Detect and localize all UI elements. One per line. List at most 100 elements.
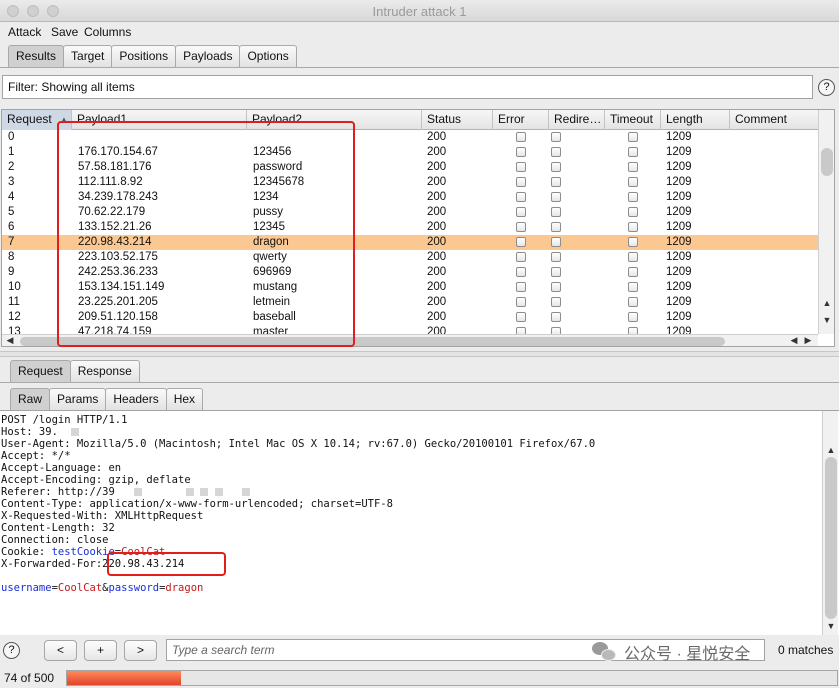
cell-status: 200	[427, 296, 447, 308]
timeout-checkbox	[628, 252, 638, 262]
help-icon[interactable]: ?	[3, 642, 20, 659]
raw-request-editor[interactable]: POST /login HTTP/1.1 Host: 39. User-Agen…	[0, 410, 839, 635]
tab-positions[interactable]: Positions	[111, 45, 177, 67]
tab-target[interactable]: Target	[63, 45, 113, 67]
detail-tabs-divider	[0, 382, 839, 383]
cell-length: 1209	[666, 191, 692, 203]
editor-scroll-up-arrow-icon[interactable]: ▲	[823, 445, 839, 455]
cell-request: 11	[8, 296, 20, 308]
error-checkbox	[516, 297, 526, 307]
scroll-right-arrow-icon[interactable]: ▶	[800, 335, 816, 346]
timeout-checkbox	[628, 207, 638, 217]
redirect-checkbox	[551, 192, 561, 202]
cell-status: 200	[427, 311, 447, 323]
menu-save[interactable]: Save	[51, 25, 78, 39]
watermark: 公众号 · 星悦安全	[592, 640, 750, 664]
tab-response[interactable]: Response	[69, 360, 140, 382]
cell-length: 1209	[666, 266, 692, 278]
cell-request: 7	[8, 236, 15, 248]
help-icon[interactable]: ?	[818, 79, 835, 96]
redacted-block	[200, 488, 209, 496]
cell-request: 0	[8, 131, 15, 143]
tab-hex[interactable]: Hex	[165, 388, 204, 410]
add-button[interactable]: +	[84, 640, 117, 661]
cell-request: 2	[8, 161, 15, 173]
timeout-checkbox	[628, 222, 638, 232]
detail-tabs: Request Response	[10, 360, 140, 382]
error-checkbox	[516, 222, 526, 232]
editor-scroll-down-arrow-icon[interactable]: ▼	[823, 621, 839, 631]
timeout-checkbox	[628, 267, 638, 277]
table-vertical-scrollbar[interactable]: ▲ ▼	[818, 110, 834, 334]
cell-length: 1209	[666, 161, 692, 173]
cell-length: 1209	[666, 176, 692, 188]
scroll-up-arrow-icon[interactable]: ▲	[819, 298, 834, 308]
scroll-down-arrow-icon[interactable]: ▼	[819, 315, 834, 325]
menu-attack[interactable]: Attack	[8, 25, 41, 39]
watermark-text: 公众号 · 星悦安全	[624, 646, 751, 663]
column-header-comment[interactable]: Comment	[730, 110, 818, 130]
editor-scroll-thumb[interactable]	[825, 457, 837, 619]
redirect-checkbox	[551, 162, 561, 172]
connection-header: Connection: close	[1, 534, 109, 546]
cell-length: 1209	[666, 296, 692, 308]
tab-options[interactable]: Options	[239, 45, 297, 67]
scroll-left-arrow-icon[interactable]: ◀	[2, 335, 18, 346]
redirect-checkbox	[551, 177, 561, 187]
column-header-length[interactable]: Length	[661, 110, 730, 130]
previous-match-button[interactable]: <	[44, 640, 77, 661]
redirect-checkbox	[551, 207, 561, 217]
progress-bar	[66, 670, 838, 686]
accept-language-header: Accept-Language: en	[1, 462, 122, 474]
user-agent-header: User-Agent: Mozilla/5.0 (Macintosh; Inte…	[1, 438, 596, 450]
timeout-checkbox	[628, 237, 638, 247]
cell-status: 200	[427, 251, 447, 263]
pane-splitter[interactable]	[0, 351, 839, 357]
error-checkbox	[516, 237, 526, 247]
next-match-button[interactable]: >	[124, 640, 157, 661]
tab-raw[interactable]: Raw	[10, 388, 51, 410]
redirect-checkbox	[551, 132, 561, 142]
redirect-checkbox	[551, 222, 561, 232]
accept-header: Accept: */*	[1, 450, 71, 462]
error-checkbox	[516, 147, 526, 157]
menu-columns[interactable]: Columns	[84, 25, 131, 39]
match-count: 0 matches	[778, 643, 834, 657]
editor-vertical-scrollbar[interactable]: ▲ ▼	[822, 411, 838, 635]
cell-status: 200	[427, 146, 447, 158]
cell-status: 200	[427, 176, 447, 188]
tab-request[interactable]: Request	[10, 360, 71, 382]
cell-request: 12	[8, 311, 21, 323]
cell-status: 200	[427, 161, 447, 173]
tab-headers[interactable]: Headers	[105, 388, 167, 410]
filter-bar[interactable]: Filter: Showing all items	[2, 75, 813, 99]
xff-highlight-box	[107, 552, 226, 576]
view-tabs: Raw Params Headers Hex	[10, 388, 204, 410]
cell-length: 1209	[666, 281, 692, 293]
tab-params[interactable]: Params	[49, 388, 107, 410]
error-checkbox	[516, 132, 526, 142]
column-header-timeout[interactable]: Timeout	[605, 110, 661, 130]
error-checkbox	[516, 312, 526, 322]
timeout-checkbox	[628, 132, 638, 142]
error-checkbox	[516, 252, 526, 262]
title-bar: Intruder attack 1	[0, 0, 839, 22]
redirect-checkbox	[551, 267, 561, 277]
error-checkbox	[516, 282, 526, 292]
table-scroll-thumb[interactable]	[821, 148, 833, 176]
wechat-icon	[592, 642, 618, 662]
cell-status: 200	[427, 191, 447, 203]
redacted-block	[241, 488, 250, 496]
column-header-redirects[interactable]: Redire…	[549, 110, 605, 130]
cell-request: 6	[8, 221, 15, 233]
column-header-status[interactable]: Status	[422, 110, 493, 130]
cell-request: 3	[8, 176, 15, 188]
column-header-error[interactable]: Error	[493, 110, 549, 130]
cell-length: 1209	[666, 206, 692, 218]
cell-length: 1209	[666, 311, 692, 323]
cell-request: 9	[8, 266, 15, 278]
error-checkbox	[516, 207, 526, 217]
tab-payloads[interactable]: Payloads	[175, 45, 241, 67]
payload-highlight-box	[57, 121, 355, 347]
tab-results[interactable]: Results	[8, 45, 65, 67]
